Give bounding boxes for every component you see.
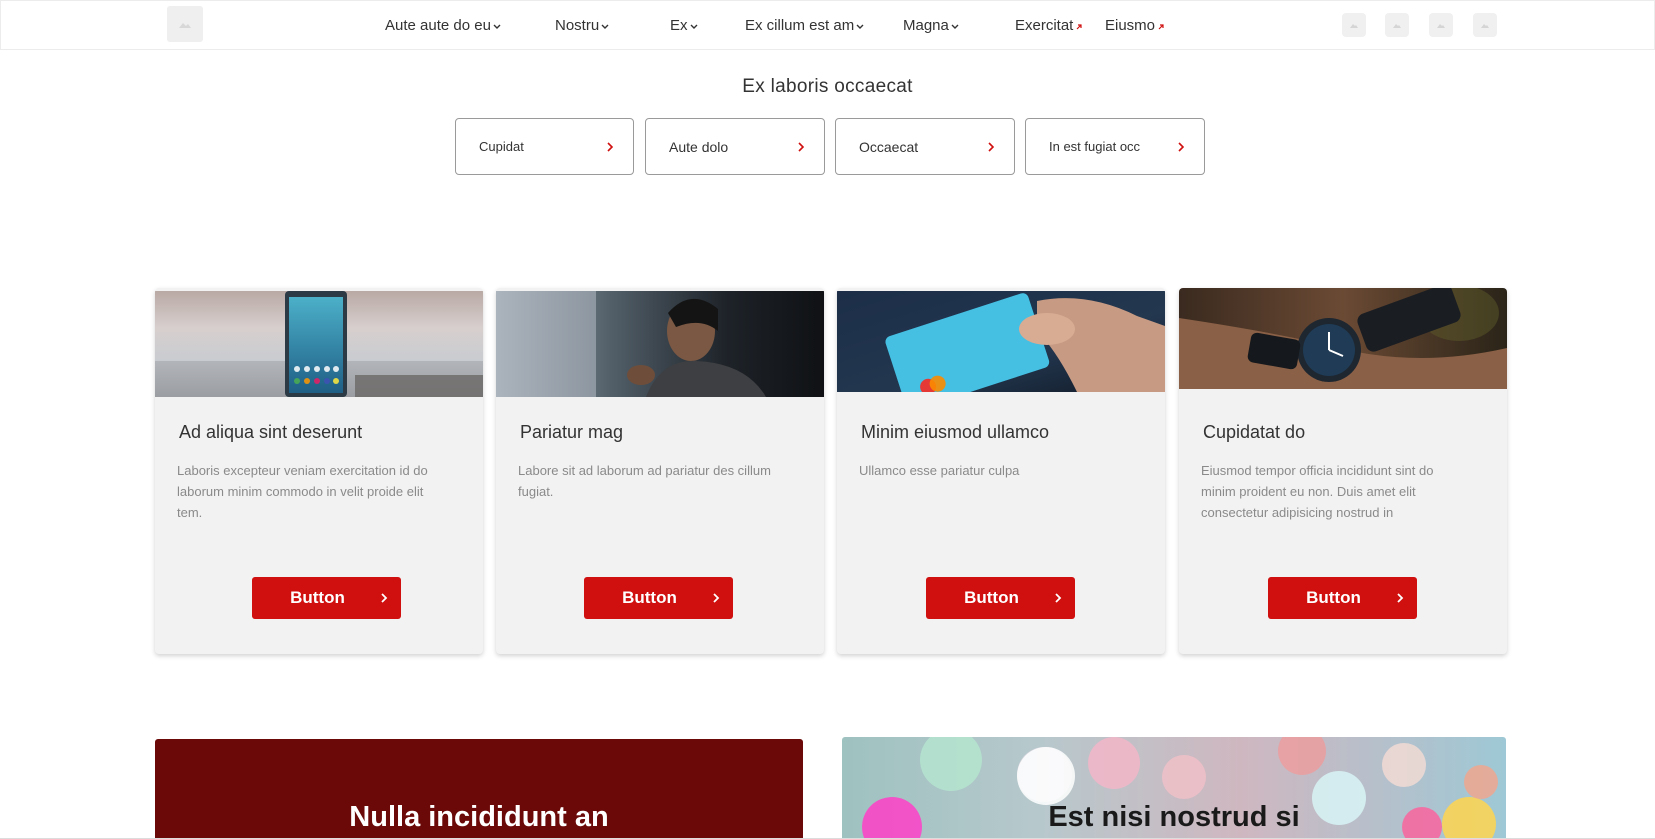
card-button[interactable]: Button (926, 577, 1075, 619)
promo-title: Nulla incididunt an (349, 801, 609, 833)
quick-link-label: In est fugiat occ (1049, 139, 1141, 154)
chevron-right-icon (1178, 141, 1185, 152)
chevron-right-icon (381, 593, 388, 603)
header-action-1[interactable] (1342, 13, 1366, 37)
chevron-right-icon (988, 141, 995, 152)
promo-title: Est nisi nostrud si (1048, 801, 1300, 833)
nav-item-label: Magna (903, 17, 949, 34)
card-button-label: Button (622, 588, 677, 607)
chevron-right-icon (1397, 593, 1404, 603)
smartphone-photo (155, 291, 483, 397)
card-title: Ad aliqua sint deserunt (179, 422, 363, 442)
quick-link-label: Aute dolo (669, 138, 729, 155)
nav-item-label: Ex (670, 17, 688, 34)
image-placeholder-icon (1437, 24, 1445, 28)
top-navigation-bar: Aute aute do eu Nostru Ex Ex cillum est … (0, 0, 1655, 50)
logo[interactable] (167, 6, 203, 42)
external-link-icon (1158, 23, 1164, 29)
card-description: Ullamco esse pariatur culpa (859, 463, 1020, 478)
promo-banner-right[interactable]: Est nisi nostrud si (842, 737, 1506, 839)
quick-link-occaecat[interactable]: Occaecat (835, 118, 1015, 175)
nav-item-exercitat[interactable]: Exercitat (1015, 17, 1084, 34)
chevron-down-icon (601, 24, 609, 29)
person-profile-photo (496, 291, 824, 397)
product-card: Pariatur mag Labore sit ad laborum ad pa… (496, 288, 824, 654)
card-description: Eiusmod tempor officia incididunt sint d… (1201, 463, 1434, 520)
section-subheading: Ex laboris occaecat (742, 76, 913, 97)
card-button[interactable]: Button (1268, 577, 1417, 619)
product-card: Cupidatat do Eiusmod tempor officia inci… (1179, 288, 1507, 654)
card-title: Cupidatat do (1203, 422, 1306, 442)
nav-item-label: Eiusmo (1105, 17, 1156, 34)
nav-item-ex[interactable]: Ex (670, 17, 699, 34)
chevron-down-icon (493, 24, 501, 29)
chevron-down-icon (856, 24, 864, 29)
image-placeholder-icon (179, 23, 191, 28)
nav-item-eiusmo[interactable]: Eiusmo (1105, 17, 1166, 34)
product-card: Ad aliqua sint deserunt Laboris excepteu… (155, 288, 483, 654)
image-placeholder-icon (1481, 24, 1489, 28)
chevron-right-icon (798, 141, 805, 152)
card-button-label: Button (290, 588, 345, 607)
card-button[interactable]: Button (252, 577, 401, 619)
credit-card-photo (837, 291, 1165, 392)
card-title: Pariatur mag (520, 422, 624, 442)
header-action-2[interactable] (1385, 13, 1409, 37)
chevron-right-icon (607, 141, 614, 152)
nav-item-label: Aute aute do eu (385, 17, 491, 34)
chevron-down-icon (951, 24, 959, 29)
product-card: Minim eiusmod ullamco Ullamco esse paria… (837, 288, 1165, 654)
nav-item-label: Nostru (555, 17, 600, 34)
card-title: Minim eiusmod ullamco (861, 422, 1050, 442)
card-button-label: Button (964, 588, 1019, 607)
quick-link-label: Cupidat (479, 139, 524, 154)
nav-item-nostru[interactable]: Nostru (555, 17, 610, 34)
nav-item-aute-aute-do-eu[interactable]: Aute aute do eu (385, 17, 502, 34)
card-description: Labore sit ad laborum ad pariatur des ci… (518, 463, 771, 499)
card-button[interactable]: Button (584, 577, 733, 619)
nav-item-magna[interactable]: Magna (903, 17, 960, 34)
external-link-icon (1076, 23, 1082, 29)
nav-item-label: Exercitat (1015, 17, 1074, 34)
header-action-3[interactable] (1429, 13, 1453, 37)
image-placeholder-icon (1393, 24, 1401, 28)
quick-link-aute-dolo[interactable]: Aute dolo (645, 118, 825, 175)
chevron-right-icon (1055, 593, 1062, 603)
header-action-4[interactable] (1473, 13, 1497, 37)
chevron-down-icon (690, 24, 698, 29)
nav-item-label: Ex cillum est am (745, 17, 855, 34)
nav-item-ex-cillum-est-am[interactable]: Ex cillum est am (745, 17, 865, 34)
quick-link-in-est-fugiat-occ[interactable]: In est fugiat occ (1025, 118, 1205, 175)
wristwatch-photo (1179, 288, 1507, 389)
quick-link-label: Occaecat (859, 138, 919, 155)
chevron-right-icon (713, 593, 720, 603)
promo-banner-left[interactable]: Nulla incididunt an (155, 739, 803, 839)
card-button-label: Button (1306, 588, 1361, 607)
quick-link-cupidat[interactable]: Cupidat (455, 118, 634, 175)
image-placeholder-icon (1350, 24, 1358, 28)
card-description: Laboris excepteur veniam exercitation id… (177, 463, 428, 520)
